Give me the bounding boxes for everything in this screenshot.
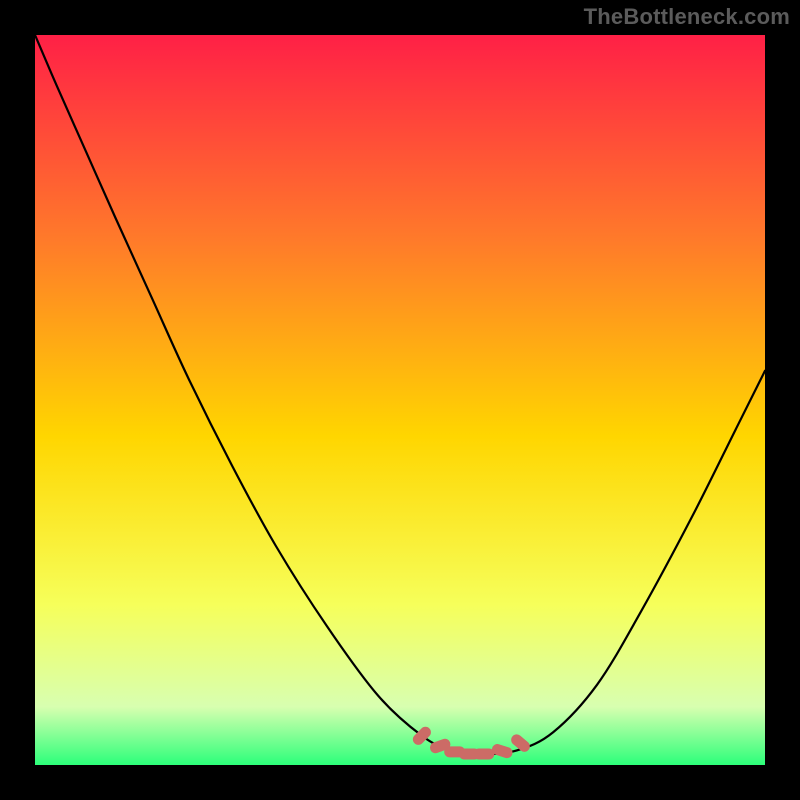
gradient-background — [35, 35, 765, 765]
plot-area — [35, 35, 765, 765]
optimum-marker — [473, 749, 494, 760]
bottleneck-chart — [35, 35, 765, 765]
attribution-text: TheBottleneck.com — [584, 4, 790, 30]
chart-frame: TheBottleneck.com — [0, 0, 800, 800]
